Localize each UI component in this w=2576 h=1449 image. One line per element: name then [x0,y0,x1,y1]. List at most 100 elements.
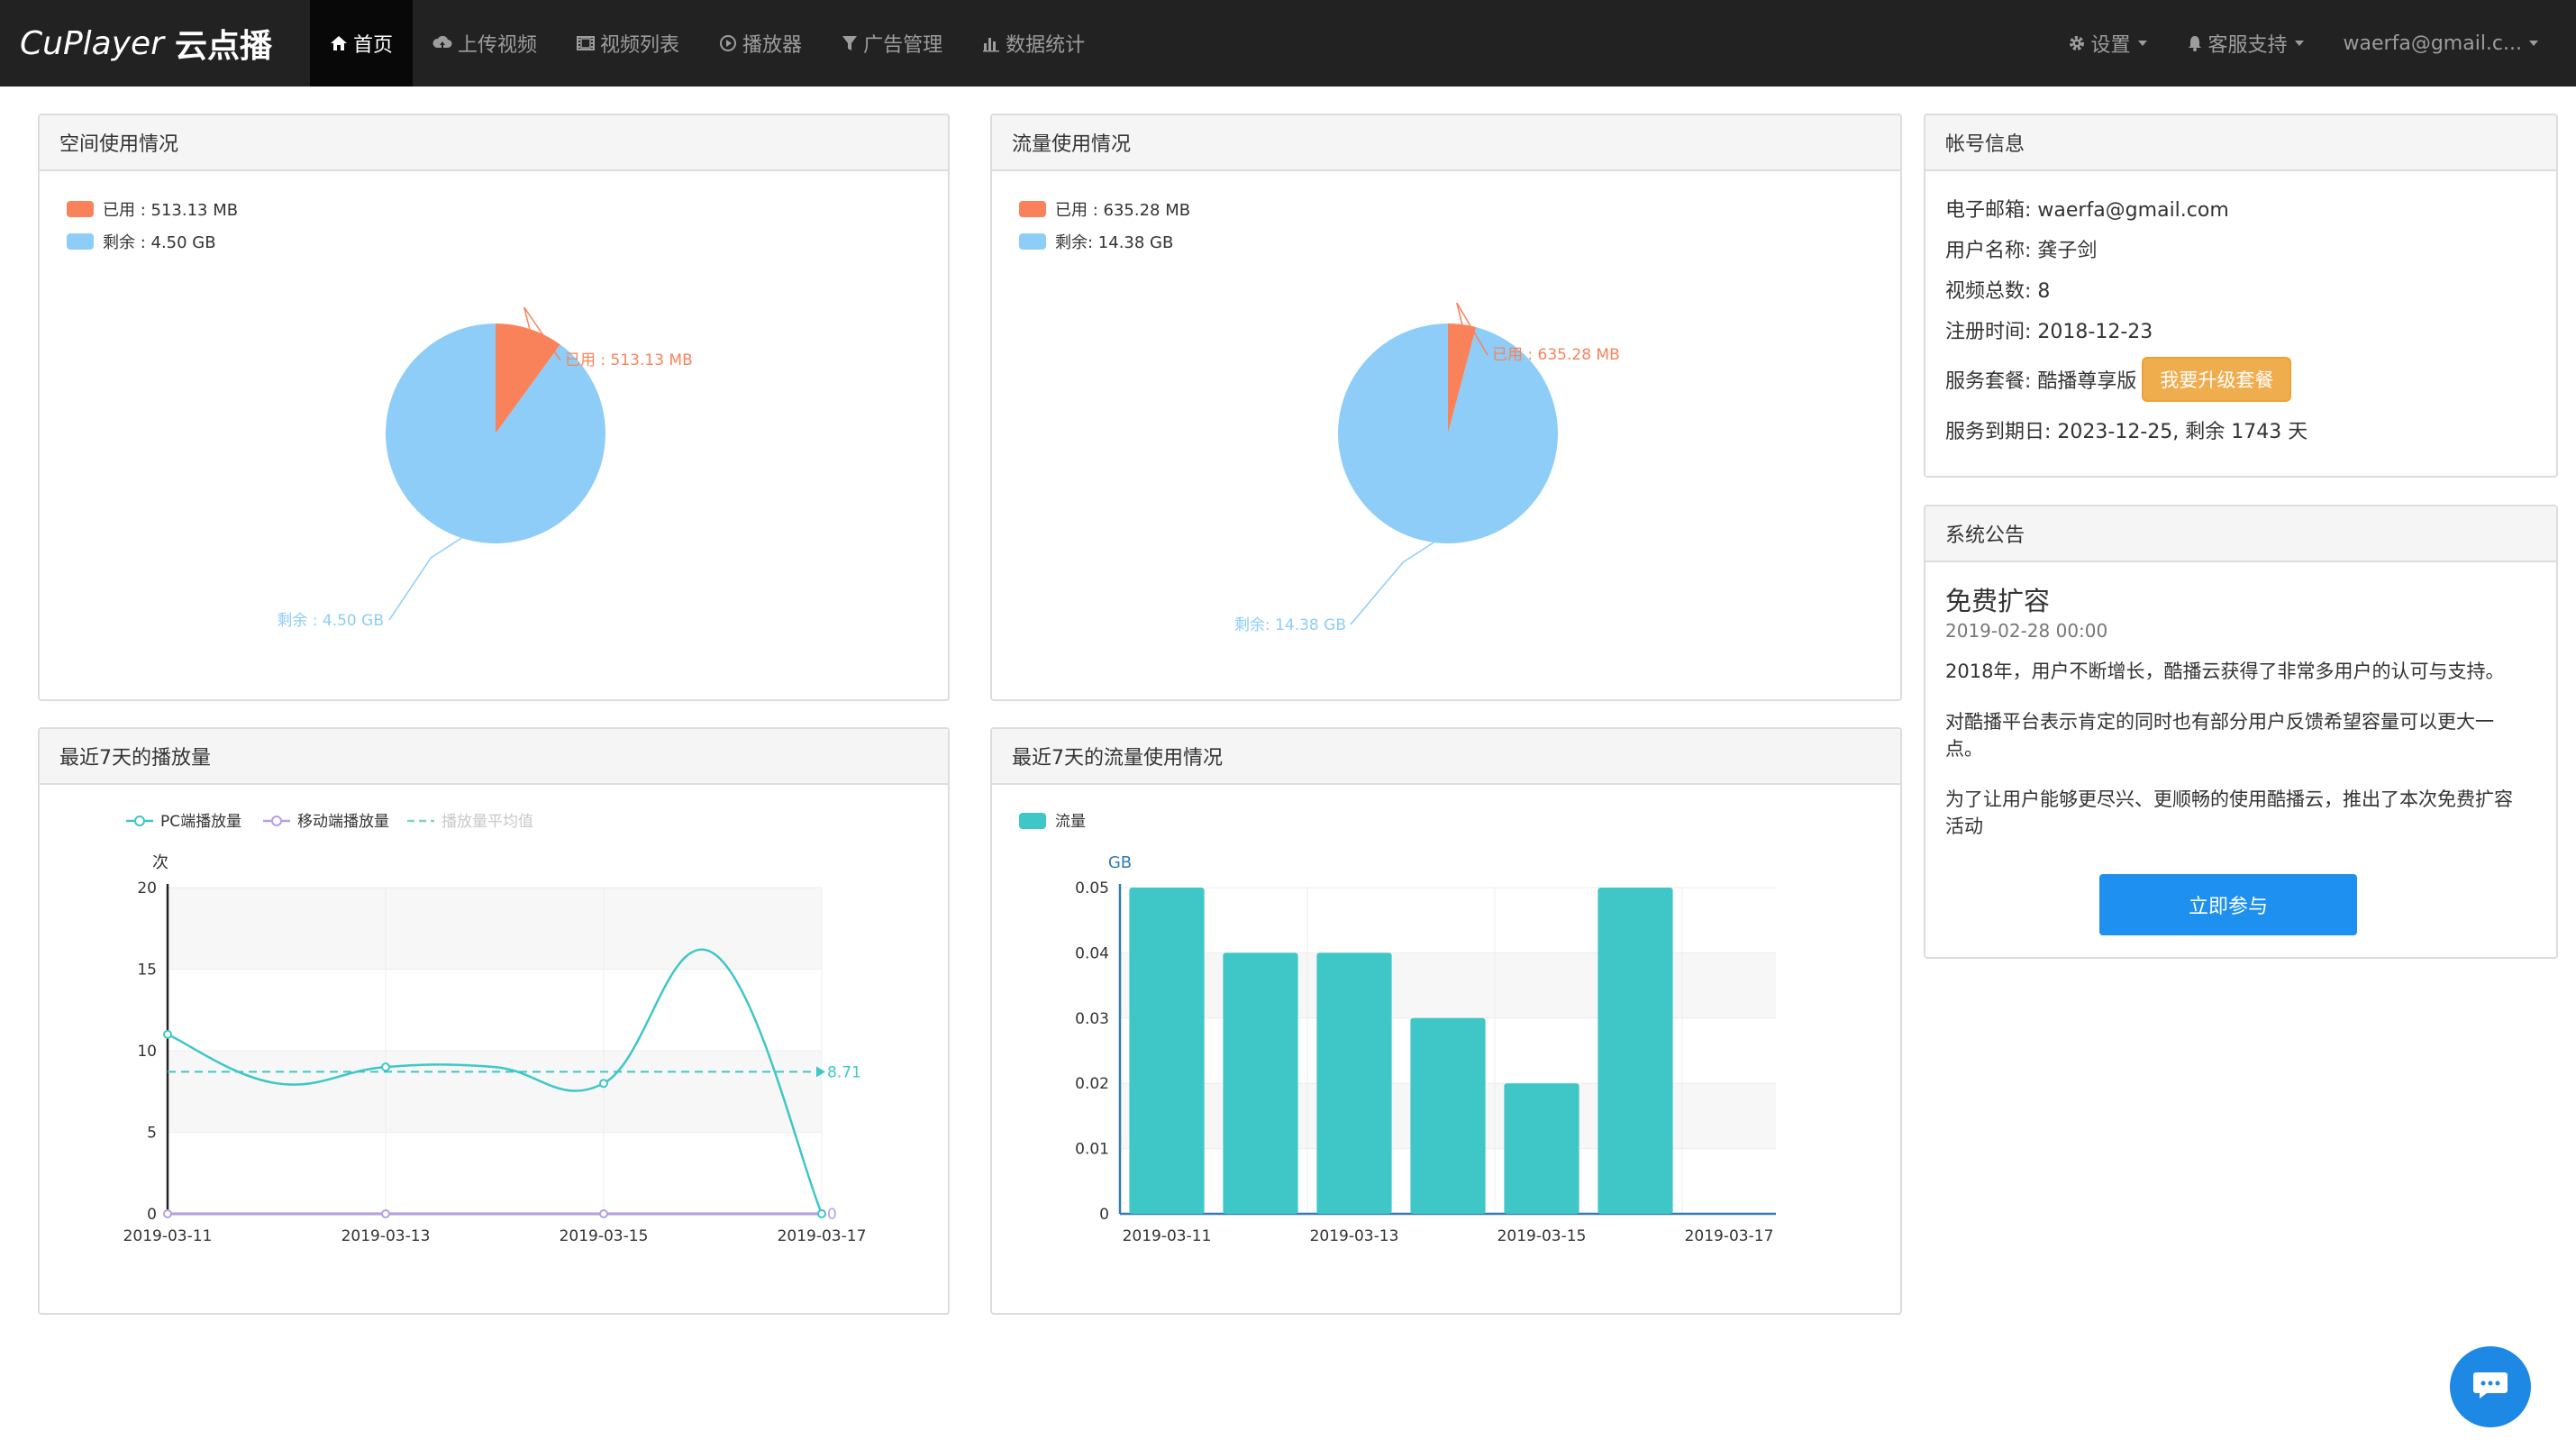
legend-label: 播放量平均值 [441,813,533,831]
legend-item-pc[interactable]: PC端播放量 [126,813,241,831]
y-tick-label: 0.01 [1075,1141,1109,1159]
y-tick-label: 0.03 [1075,1010,1109,1028]
account-email: 电子邮箱: waerfa@gmail.com [1945,198,2229,222]
nav-user-dropdown[interactable]: waerfa@gmail.c... [2324,0,2558,87]
pie-label-remain: 剩余 : 4.50 GB [277,612,384,630]
caret-down-icon [2294,41,2304,46]
pie-label-remain: 剩余: 14.38 GB [1234,616,1346,634]
play-circle-icon [719,34,737,52]
nav-label-video-list: 视频列表 [600,34,680,57]
pc-point [599,1079,608,1089]
notice-paragraph: 对酷播平台表示肯定的同时也有部分用户反馈希望容量可以更大一点。 [1945,711,2494,760]
y-axis-unit: 次 [152,853,168,872]
pc-point [163,1029,172,1039]
panel-title: 空间使用情况 [40,115,948,171]
traffic-bar [1223,952,1298,1214]
nav-item-home[interactable]: 首页 [310,0,414,87]
legend-marker [271,816,282,826]
y-tick-label: 15 [137,961,157,980]
chat-support-button[interactable] [2450,1346,2531,1427]
bell-icon [2187,34,2203,52]
nav-support-dropdown[interactable]: 客服支持 [2167,0,2324,87]
mobile-point [163,1209,172,1218]
legend-item-mobile[interactable]: 移动端播放量 [263,813,389,831]
account-plan-row: 服务套餐: 酷播尊享版 我要升级套餐 [1945,350,2536,409]
plays-7day-panel: 最近7天的播放量 PC端播放量 移动端播放量 播放量平均值 次 0 5 10 15 20… [38,727,950,1315]
account-register-date: 注册时间: 2018-12-23 [1945,320,2153,343]
panel-title: 最近7天的播放量 [40,729,948,785]
nav-item-ads[interactable]: 广告管理 [822,0,962,87]
x-tick-label: 2019-03-15 [1497,1227,1587,1245]
traffic-pie-chart: 已用 : 635.28 MB 剩余: 14.38 GB [1234,302,1620,634]
traffic-bar [1597,888,1673,1214]
pc-point [817,1209,826,1218]
pie-leader-line [388,537,462,621]
brand-logo[interactable]: CuPlayer 云点播 [0,0,290,87]
space-pie-chart: 已用 : 513.13 MB 剩余 : 4.50 GB [277,306,693,630]
panel-title: 流量使用情况 [992,115,1900,171]
legend-marker [134,816,145,826]
traffic-bar [1504,1083,1579,1214]
x-tick-label: 2019-03-11 [1123,1227,1212,1245]
panel-title: 系统公告 [1925,506,2556,562]
x-tick-label: 2019-03-17 [1685,1227,1774,1245]
y-tick-label: 0.05 [1075,879,1109,898]
nav-label-player: 播放器 [742,34,803,57]
traffic-bar-chart: 流量 GB 0 0.01 0.02 0.03 0.04 0.05 2019-03-11 201… [1019,813,1776,1245]
traffic-usage-panel: 流量使用情况 已用 : 635.28 MB 剩余: 14.38 GB 已用 : … [990,114,1902,701]
panel-title: 帐号信息 [1925,115,2556,171]
nav-label-support: 客服支持 [2207,34,2288,57]
caret-down-icon [2137,41,2147,46]
top-navbar: CuPlayer 云点播 首页 上传视频 视频列表 播放器 广告管理 数据统计 … [0,0,2576,87]
notice-paragraph: 2018年，用户不断增长，酷播云获得了非常多用户的认可与支持。 [1945,661,2505,682]
caret-down-icon [2529,41,2538,46]
traffic-bar [1129,888,1205,1214]
nav-item-stats[interactable]: 数据统计 [962,0,1105,87]
space-usage-panel: 空间使用情况 已用 : 513.13 MB 剩余 : 4.50 GB 已用 : … [38,114,950,701]
y-tick-label: 0.02 [1075,1075,1109,1093]
y-tick-label: 0 [147,1206,157,1224]
y-tick-label: 5 [147,1125,157,1143]
legend-label: PC端播放量 [160,813,241,831]
avg-value-label: 8.71 [827,1063,861,1081]
brand-name: CuPlayer [20,24,164,62]
grid-band [168,888,822,970]
legend-swatch [1019,813,1046,829]
nav-label-settings: 设置 [2090,34,2131,57]
nav-item-video-list[interactable]: 视频列表 [557,0,699,87]
pie-label-used: 已用 : 635.28 MB [1492,346,1620,364]
nav-label-home: 首页 [353,34,394,57]
join-now-button[interactable]: 立即参与 [2099,874,2357,935]
account-info-panel: 帐号信息 电子邮箱: waerfa@gmail.com 用户名称: 龚子剑 视频… [1924,114,2558,478]
x-tick-label: 2019-03-13 [341,1227,431,1245]
y-tick-label: 10 [137,1043,157,1061]
film-icon [577,34,596,52]
account-username: 用户名称: 龚子剑 [1945,239,2098,262]
home-icon [330,34,348,52]
traffic-bar [1410,1017,1486,1214]
nav-item-upload[interactable]: 上传视频 [413,0,557,87]
account-video-total: 视频总数: 8 [1945,279,2051,303]
account-expiry: 服务到期日: 2023-12-25, 剩余 1743 天 [1945,420,2308,443]
legend-label: 移动端播放量 [297,813,389,831]
y-tick-label: 0.04 [1075,944,1109,962]
legend-item-avg[interactable]: 播放量平均值 [407,813,533,831]
cloud-upload-icon [432,34,452,52]
x-tick-label: 2019-03-13 [1310,1227,1399,1245]
nav-item-player[interactable]: 播放器 [699,0,822,87]
filter-icon [842,34,858,52]
panel-title: 最近7天的流量使用情况 [992,729,1900,785]
plays-line-chart: PC端播放量 移动端播放量 播放量平均值 次 0 5 10 15 20 2019-03-1… [123,813,867,1245]
notice-paragraph: 为了让用户能够更尽兴、更顺畅的使用酷播云，推出了本次免费扩容活动 [1945,788,2513,837]
nav-settings-dropdown[interactable]: 设置 [2048,0,2167,87]
grid-band [168,1051,822,1133]
x-tick-label: 2019-03-15 [560,1227,649,1245]
bar-chart-icon [982,34,1000,52]
notice-headline: 免费扩容 [1945,586,2051,616]
traffic-bar [1316,952,1392,1214]
account-plan: 服务套餐: 酷播尊享版 [1945,370,2137,393]
upgrade-plan-button[interactable]: 我要升级套餐 [2142,357,2292,402]
legend-item-traffic[interactable]: 流量 [1019,813,1086,831]
nav-label-user: waerfa@gmail.c... [2343,32,2522,55]
x-tick-label: 2019-03-17 [778,1227,867,1245]
